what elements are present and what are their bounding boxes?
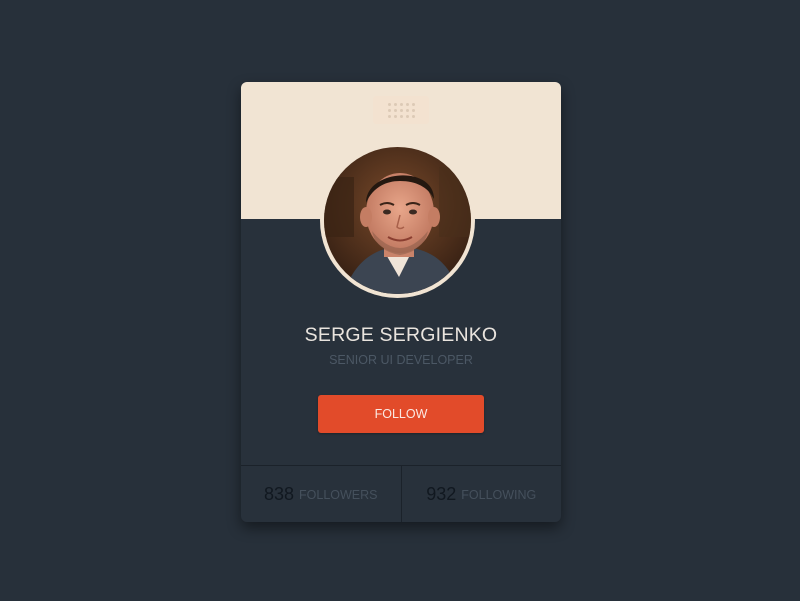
followers-count: 838 [263,484,295,504]
profile-title: SENIOR UI DEVELOPER [329,353,473,367]
following-stat[interactable]: 932 FOLLOWING [400,466,562,522]
stats-bar: 838 FOLLOWERS 932 FOLLOWING [241,465,561,522]
profile-name: SERGE SERGIENKO [304,324,498,346]
followers-stat[interactable]: 838 FOLLOWERS [241,466,401,522]
profile-card: SERGE SERGIENKO SENIOR UI DEVELOPER FOLL… [241,82,561,522]
avatar [320,143,475,298]
drag-handle-icon[interactable] [373,96,429,124]
followers-label: FOLLOWERS [299,487,378,502]
follow-button[interactable]: FOLLOW [318,395,484,433]
avatar-photo [324,147,471,294]
following-label: FOLLOWING [461,487,537,502]
following-count: 932 [426,484,457,504]
